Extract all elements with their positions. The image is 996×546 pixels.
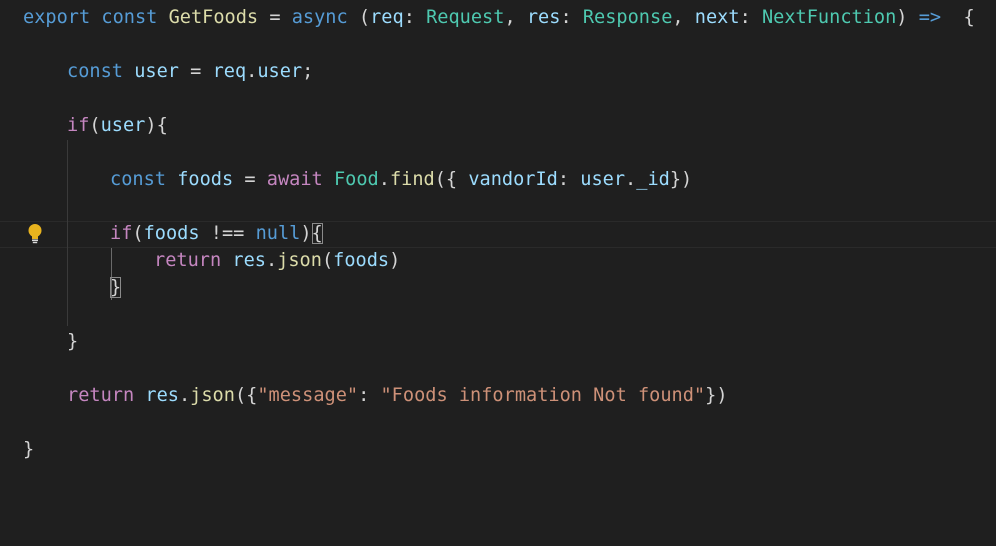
punctuation-token: = (233, 169, 267, 190)
punctuation-token: , (504, 7, 527, 28)
string-literal-token: "Foods information Not found" (380, 385, 706, 406)
type-name-token: Response (582, 7, 673, 28)
string-literal-token: "message" (257, 385, 359, 406)
punctuation-token: ) (896, 7, 919, 28)
punctuation-token: : (557, 169, 581, 190)
identifier-token: res (145, 385, 179, 406)
punctuation-token: . (378, 169, 390, 190)
punctuation-token: . (178, 385, 191, 406)
keyword-token: const (110, 169, 166, 190)
code-line-1[interactable]: export const GetFoods = async (req: Requ… (23, 4, 975, 31)
punctuation-token (166, 169, 177, 190)
identifier-token: req (370, 7, 404, 28)
identifier-token: foods (177, 169, 234, 190)
punctuation-token: : (560, 7, 583, 28)
function-name-token: json (190, 385, 235, 406)
control-keyword-token: return (154, 250, 222, 271)
punctuation-token: { (941, 7, 975, 28)
punctuation-token: = (178, 61, 213, 82)
punctuation-token: . (625, 169, 637, 190)
identifier-token: vandorId (468, 169, 558, 190)
identifier-token: res (526, 7, 561, 28)
identifier-token: req (212, 61, 247, 82)
type-name-token: Food (333, 169, 379, 190)
code-line-15[interactable]: return res.json({"message": "Foods infor… (67, 382, 728, 409)
identifier-token: user (134, 61, 179, 82)
punctuation-token (221, 250, 232, 271)
punctuation-token: ({ (234, 385, 258, 406)
matched-bracket-token: } (110, 277, 122, 298)
code-line-9[interactable]: if(foods !== null){ (110, 220, 323, 247)
code-line-13[interactable]: } (67, 328, 78, 355)
code-line-11[interactable]: } (110, 274, 122, 301)
identifier-token: user (100, 115, 146, 136)
identifier-token: foods (333, 250, 390, 271)
indent-guide (67, 140, 68, 326)
punctuation-token (157, 7, 168, 28)
punctuation-token: } (67, 331, 79, 352)
punctuation-token: ( (89, 115, 101, 136)
code-line-3[interactable]: const user = req.user; (67, 58, 313, 85)
keyword-token: const (67, 61, 123, 82)
punctuation-token: : (739, 7, 762, 28)
control-keyword-token: if (110, 223, 133, 244)
identifier-token: _id (636, 169, 670, 190)
identifier-token: foods (143, 223, 200, 244)
keyword-token: export (23, 7, 91, 28)
control-keyword-token: if (67, 115, 90, 136)
type-name-token: NextFunction (761, 7, 897, 28)
punctuation-token (323, 169, 334, 190)
code-editor[interactable]: export const GetFoods = async (req: Requ… (0, 0, 996, 546)
code-line-5[interactable]: if(user){ (67, 112, 168, 139)
punctuation-token: , (672, 7, 695, 28)
function-name-token: json (277, 250, 322, 271)
type-name-token: Request (426, 7, 505, 28)
punctuation-token (134, 385, 145, 406)
identifier-token: next (694, 7, 740, 28)
identifier-token: user (580, 169, 626, 190)
matched-bracket-token: { (311, 223, 323, 244)
punctuation-token: } (23, 439, 35, 460)
keyword-token: => (918, 7, 942, 28)
punctuation-token: ) (389, 250, 401, 271)
lightbulb-icon[interactable] (27, 223, 43, 245)
punctuation-token: ( (132, 223, 144, 244)
function-name-token: find (389, 169, 435, 190)
punctuation-token: ( (321, 250, 334, 271)
code-line-17[interactable]: } (23, 436, 34, 463)
keyword-token: null (255, 223, 301, 244)
punctuation-token: }) (669, 169, 693, 190)
punctuation-token: . (265, 250, 278, 271)
punctuation-token: : (358, 385, 381, 406)
punctuation-token (123, 61, 134, 82)
code-line-10[interactable]: return res.json(foods) (154, 247, 400, 274)
punctuation-token: ){ (145, 115, 168, 136)
punctuation-token: ({ (434, 169, 469, 190)
keyword-token: async (291, 7, 348, 28)
punctuation-token: ( (347, 7, 371, 28)
punctuation-token: }) (705, 385, 728, 406)
function-name-token: GetFoods (168, 7, 259, 28)
punctuation-token (90, 7, 101, 28)
punctuation-token: ; (302, 61, 314, 82)
code-line-7[interactable]: const foods = await Food.find({ vandorId… (110, 166, 692, 193)
control-keyword-token: return (67, 385, 135, 406)
punctuation-token: . (246, 61, 258, 82)
punctuation-token: = (258, 7, 292, 28)
punctuation-token: : (403, 7, 427, 28)
punctuation-token: ) (300, 223, 312, 244)
punctuation-token: !== (199, 223, 256, 244)
identifier-token: user (257, 61, 303, 82)
identifier-token: res (232, 250, 266, 271)
control-keyword-token: await (266, 169, 323, 190)
keyword-token: const (101, 7, 158, 28)
